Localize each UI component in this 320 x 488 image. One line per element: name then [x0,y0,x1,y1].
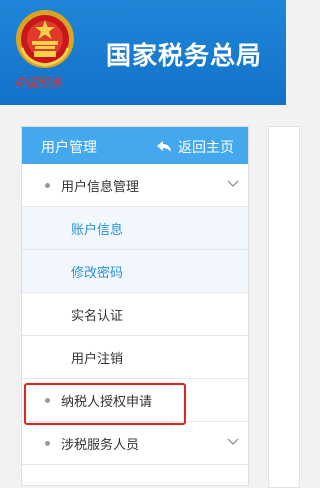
bullet-icon [45,183,50,188]
menu-label: 修改密码 [71,266,124,281]
menu-label: 实名认证 [71,309,124,324]
menu-label: 涉税服务人员 [61,438,140,453]
menu-item-change-password[interactable]: 修改密码 [22,250,248,293]
site-header: 中国税务 国家税务总局 [0,0,286,105]
menu-label: 账户信息 [71,223,124,238]
menu-item-real-name-auth[interactable]: 实名认证 [22,293,248,336]
main-content-panel [268,126,300,488]
seal-text: 中国税务 [14,76,63,90]
sidebar: 用户管理 返回主页 用户信息管理 账户信息 修改密码 实名认证 用户注销 纳税人… [21,126,249,486]
bullet-icon [45,441,50,446]
highlight-annotation-box [24,383,186,425]
menu-group-user-info[interactable]: 用户信息管理 [22,164,248,207]
chevron-down-icon [227,438,239,445]
return-arrow-icon [157,141,171,152]
national-emblem-icon [16,10,74,68]
menu-item-user-cancel[interactable]: 用户注销 [22,336,248,379]
menu-label: 用户信息管理 [61,180,140,195]
back-home-label: 返回主页 [178,140,234,156]
back-home-link[interactable]: 返回主页 [157,137,234,157]
menu-label: 用户注销 [71,352,124,367]
sidebar-header: 用户管理 返回主页 [22,127,248,164]
site-title: 国家税务总局 [106,41,263,70]
chevron-down-icon [227,180,239,187]
menu-item-account-info[interactable]: 账户信息 [22,207,248,250]
menu-group-tax-service-staff[interactable]: 涉税服务人员 [22,422,248,465]
sidebar-title: 用户管理 [41,140,97,156]
